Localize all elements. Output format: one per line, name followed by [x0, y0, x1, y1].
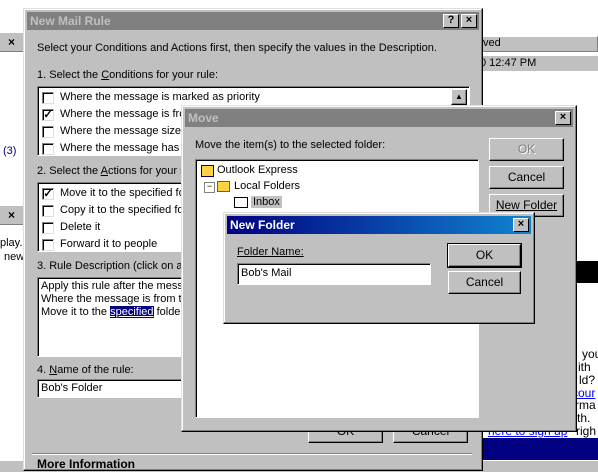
bg-left-text-1: play. [0, 237, 23, 249]
condition-label-1: Where the message is fro [60, 108, 186, 120]
tree-item-local-folders[interactable]: Local Folders [234, 180, 300, 192]
bg-left-text-2: new [4, 251, 25, 263]
new-folder-title: New Folder [230, 218, 295, 232]
rule-name-label: 4. Name of the rule: [37, 364, 134, 376]
rule-name-label-post: ame of the rule: [57, 364, 134, 376]
condition-label-3: Where the message has a [60, 142, 189, 154]
move-titlebar: Move × [185, 109, 573, 127]
action-label-3: Forward it to people [60, 238, 158, 250]
outlook-express-icon [201, 165, 214, 177]
actions-label-accel: A [100, 165, 108, 177]
close-icon[interactable]: × [8, 35, 15, 49]
conditions-label-post: onditions for your rule: [109, 69, 219, 81]
bg-column-header: ved [480, 36, 598, 52]
new-folder-close-button[interactable]: × [513, 218, 529, 232]
bg-left-pane [0, 33, 24, 205]
tree-item-outlook-express[interactable]: Outlook Express [217, 164, 298, 176]
specified-folder-link[interactable]: specified [110, 306, 154, 318]
conditions-label: 1. Select the Conditions for your rule: [37, 69, 218, 81]
bg-right-text-4: rma [575, 398, 596, 412]
condition-checkbox-2[interactable] [42, 126, 54, 138]
move-close-button[interactable]: × [555, 111, 571, 125]
help-button[interactable]: ? [443, 14, 459, 28]
bg-right-text-1: ith [578, 360, 591, 374]
description-label: 3. Rule Description (click on a [37, 260, 183, 272]
collapse-icon[interactable]: − [204, 182, 215, 193]
condition-checkbox-3[interactable] [42, 143, 54, 155]
close-icon-2[interactable]: × [8, 208, 15, 222]
move-cancel-button[interactable]: Cancel [489, 166, 564, 189]
actions-label-post: ctions for your r [107, 165, 184, 177]
new-folder-dialog: New Folder × Folder Name: Bob's Mail OK … [223, 212, 535, 324]
folder-name-label: Folder Name: [237, 246, 304, 258]
action-checkbox-3[interactable] [42, 239, 54, 251]
bg-right-text-6: righ [576, 424, 597, 438]
move-title: Move [188, 111, 219, 125]
action-checkbox-0[interactable]: ✓ [42, 188, 54, 200]
conditions-label-accel: C [101, 69, 110, 81]
action-checkbox-1[interactable] [42, 205, 54, 217]
move-ok-button[interactable]: OK [489, 138, 564, 161]
rule-name-value: Bob's Folder [41, 382, 103, 394]
rule-name-label-accel: N [49, 364, 58, 376]
description-line-2: Where the message is from th [41, 293, 188, 305]
new-folder-ok-button[interactable]: OK [447, 243, 522, 268]
tree-item-inbox[interactable]: Inbox [251, 196, 282, 208]
bg-blue-band [480, 438, 598, 460]
condition-label-2: Where the message size i [60, 125, 187, 137]
description-line-3: Move it to the specified folder [41, 306, 184, 318]
folder-name-value: Bob's Mail [241, 267, 292, 279]
rule-titlebar: New Mail Rule ? × [27, 12, 479, 30]
action-checkbox-2[interactable] [42, 222, 54, 234]
bg-time: 0 12:47 PM [480, 56, 598, 71]
bg-right-text-2: ld? [579, 373, 596, 387]
bg-right-text-0: you [582, 347, 598, 361]
move-instruction: Move the item(s) to the selected folder: [195, 139, 386, 151]
rule-name-label-pre: 4. [37, 364, 50, 376]
actions-label-pre: 2. Select the [37, 165, 101, 177]
action-label-1: Copy it to the specified fol [60, 204, 186, 216]
close-button[interactable]: × [461, 14, 477, 28]
local-folders-icon [217, 181, 230, 192]
new-folder-cancel-button[interactable]: Cancel [448, 271, 521, 294]
condition-label-0: Where the message is marked as priority [60, 91, 260, 103]
conditions-label-pre: 1. Select the [37, 69, 102, 81]
description-line-1: Apply this rule after the messa [41, 280, 189, 292]
more-info-label: More Information [37, 457, 135, 471]
bg-count: (3) [3, 145, 17, 157]
rule-title: New Mail Rule [30, 14, 111, 28]
rule-instructions: Select your Conditions and Actions first… [37, 42, 437, 54]
scroll-up-button[interactable]: ▲ [451, 89, 467, 105]
action-label-0: Move it to the specified fo [60, 187, 185, 199]
description-line-3-pre: Move it to the [41, 306, 111, 318]
more-info-divider [32, 453, 472, 455]
condition-checkbox-1[interactable]: ✓ [42, 109, 54, 121]
inbox-icon [234, 197, 248, 208]
actions-label: 2. Select the Actions for your r [37, 165, 184, 177]
description-line-3-post: folder [153, 306, 185, 318]
action-label-2: Delete it [60, 221, 101, 233]
new-folder-titlebar: New Folder × [227, 216, 531, 234]
condition-checkbox-0[interactable] [42, 92, 54, 104]
bg-column-header-label: ved [483, 37, 501, 49]
folder-name-input[interactable]: Bob's Mail [237, 263, 431, 285]
bg-preview-bar [575, 261, 598, 283]
